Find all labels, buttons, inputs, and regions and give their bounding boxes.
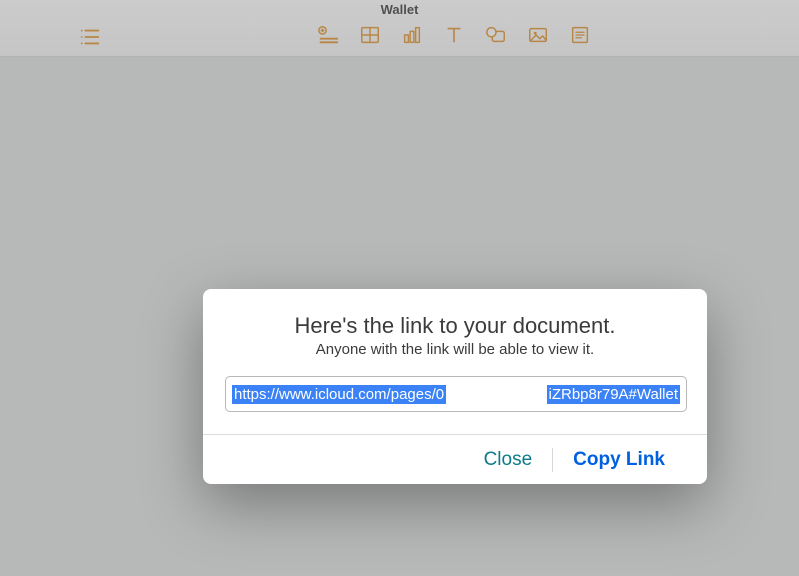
dialog-title: Here's the link to your document. — [225, 313, 685, 339]
share-link-dialog: Here's the link to your document. Anyone… — [203, 289, 707, 484]
link-selection-right: iZRbp8r79A#Wallet — [547, 385, 681, 404]
link-selection-left: https://www.icloud.com/pages/0 — [232, 385, 446, 404]
share-link-input[interactable]: https://www.icloud.com/pages/0 iZRbp8r79… — [225, 376, 687, 412]
copy-link-button[interactable]: Copy Link — [553, 443, 685, 477]
dialog-button-row: Close Copy Link — [203, 434, 707, 484]
dialog-body: Here's the link to your document. Anyone… — [203, 289, 707, 434]
close-button[interactable]: Close — [464, 443, 553, 477]
modal-overlay — [0, 0, 799, 576]
dialog-subtitle: Anyone with the link will be able to vie… — [225, 341, 685, 358]
